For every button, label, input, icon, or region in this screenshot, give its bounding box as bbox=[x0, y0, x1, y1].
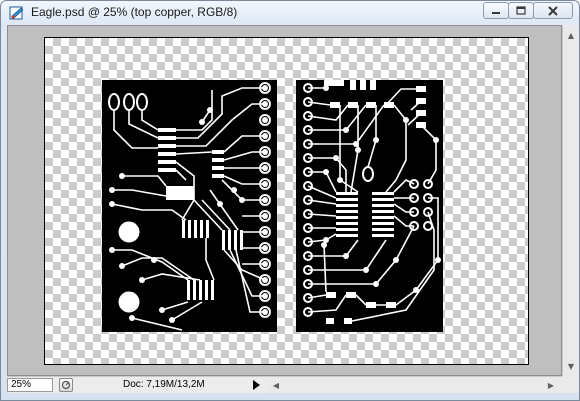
status-options-icon[interactable] bbox=[59, 378, 73, 392]
minimize-icon bbox=[492, 11, 500, 14]
maximize-icon bbox=[516, 6, 526, 15]
maximize-button[interactable] bbox=[508, 2, 534, 19]
horizontal-scrollbar[interactable]: ◀ ▶ bbox=[266, 376, 562, 393]
photoshop-document-icon bbox=[9, 5, 25, 21]
window-title: Eagle.psd @ 25% (top copper, RGB/8) bbox=[31, 5, 238, 19]
status-menu-arrow-icon[interactable] bbox=[250, 379, 262, 391]
pcb-board-left bbox=[102, 80, 277, 332]
document-size-info: Doc: 7,19M/13,2M bbox=[123, 379, 205, 390]
minimize-button[interactable] bbox=[483, 2, 509, 19]
zoom-level-field[interactable]: 25% bbox=[7, 378, 53, 392]
resize-grip[interactable] bbox=[562, 376, 579, 393]
pcb-board-right bbox=[296, 80, 443, 332]
image-canvas[interactable] bbox=[44, 37, 529, 365]
close-icon bbox=[548, 5, 558, 16]
title-bar[interactable]: Eagle.psd @ 25% (top copper, RGB/8) bbox=[1, 1, 579, 25]
vertical-scrollbar[interactable]: ▲ ▼ bbox=[562, 25, 579, 376]
scroll-up-arrow-icon[interactable]: ▲ bbox=[563, 27, 579, 43]
status-bar: 25% Doc: 7,19M/13,2M bbox=[7, 376, 266, 393]
canvas-area[interactable] bbox=[7, 25, 562, 376]
document-window: Eagle.psd @ 25% (top copper, RGB/8) ▲ ▼ … bbox=[0, 0, 580, 401]
scroll-down-arrow-icon[interactable]: ▼ bbox=[563, 358, 579, 374]
close-button[interactable] bbox=[533, 2, 573, 19]
scroll-left-arrow-icon[interactable]: ◀ bbox=[268, 377, 284, 393]
scroll-right-arrow-icon[interactable]: ▶ bbox=[543, 377, 559, 393]
